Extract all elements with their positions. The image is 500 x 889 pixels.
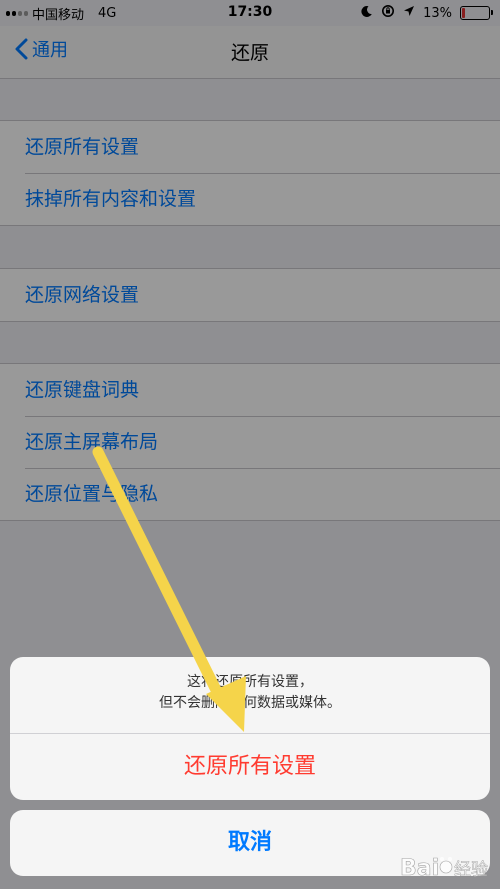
svg-text:Bai: Bai bbox=[400, 856, 439, 881]
baidu-paw-logo-icon: Bai 经验 bbox=[400, 856, 488, 882]
confirm-reset-all-button[interactable]: 还原所有设置 bbox=[10, 734, 490, 800]
action-sheet-message-line1: 这将还原所有设置， bbox=[187, 674, 313, 690]
baidu-jingyan-watermark: Bai 经验 bbox=[400, 849, 492, 883]
svg-text:经验: 经验 bbox=[454, 860, 488, 880]
action-sheet-message-line2: 但不会删除任何数据或媒体。 bbox=[159, 695, 341, 711]
action-sheet: 这将还原所有设置， 但不会删除任何数据或媒体。 还原所有设置 bbox=[10, 657, 490, 800]
action-sheet-message: 这将还原所有设置， 但不会删除任何数据或媒体。 bbox=[10, 657, 490, 717]
